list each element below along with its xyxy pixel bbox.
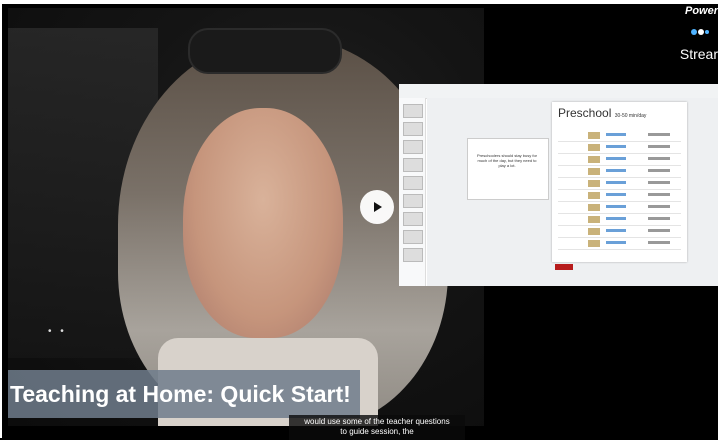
table-row <box>558 214 681 226</box>
closed-caption: would use some of the teacher questions … <box>289 415 465 440</box>
page-subheading: 30-50 min/day <box>614 113 647 119</box>
title-banner: Teaching at Home: Quick Start! <box>8 370 360 418</box>
document-page: Preschool 30-50 min/day <box>552 102 687 262</box>
caption-line-2: to guide session, the <box>340 427 414 436</box>
slide-thumb[interactable] <box>403 230 423 244</box>
table-row <box>558 202 681 214</box>
table-row <box>558 178 681 190</box>
arrow-callout <box>467 138 549 200</box>
document-menubar <box>399 84 718 99</box>
table-row <box>558 190 681 202</box>
slide-thumb[interactable] <box>403 176 423 190</box>
slide-thumb[interactable] <box>403 194 423 208</box>
table-row <box>558 166 681 178</box>
document-footer-button[interactable] <box>555 264 573 270</box>
presenter-face <box>183 108 343 338</box>
page-title: Preschool 30-50 min/day <box>558 106 646 120</box>
activity-table <box>558 130 681 250</box>
slide-thumb[interactable] <box>403 104 423 118</box>
caption-line-1: would use some of the teacher questions <box>304 417 450 426</box>
table-row <box>558 226 681 238</box>
brand-power-text: Power <box>684 5 718 17</box>
slide-thumb[interactable] <box>403 248 423 262</box>
brand-mark-icon <box>691 29 709 35</box>
page-heading: Preschool <box>558 106 612 120</box>
dots-indicator: • • <box>48 326 67 337</box>
table-row <box>558 154 681 166</box>
slide-thumb[interactable] <box>403 158 423 172</box>
slide-thumb[interactable] <box>403 122 423 136</box>
arrow-callout-text: Preschoolers should stay busy for much o… <box>476 153 538 168</box>
brand-logo: Power Strear <box>662 2 718 62</box>
brand-stream-text: Strear <box>679 46 718 62</box>
slide-thumbnails <box>399 98 426 286</box>
left-edge-bar <box>0 0 2 438</box>
document-canvas: Preschoolers should stay busy for much o… <box>427 98 718 286</box>
table-row <box>558 130 681 142</box>
table-row <box>558 142 681 154</box>
table-row <box>558 238 681 250</box>
play-icon <box>374 202 382 212</box>
slide-thumb[interactable] <box>403 212 423 226</box>
top-strip <box>0 0 718 4</box>
video-stage: • • Teaching at Home: Quick Start! Presc… <box>0 0 718 440</box>
play-button[interactable] <box>360 190 394 224</box>
screen-share-document: Preschoolers should stay busy for much o… <box>399 84 718 286</box>
slide-thumb[interactable] <box>403 140 423 154</box>
sunglasses <box>188 28 342 74</box>
